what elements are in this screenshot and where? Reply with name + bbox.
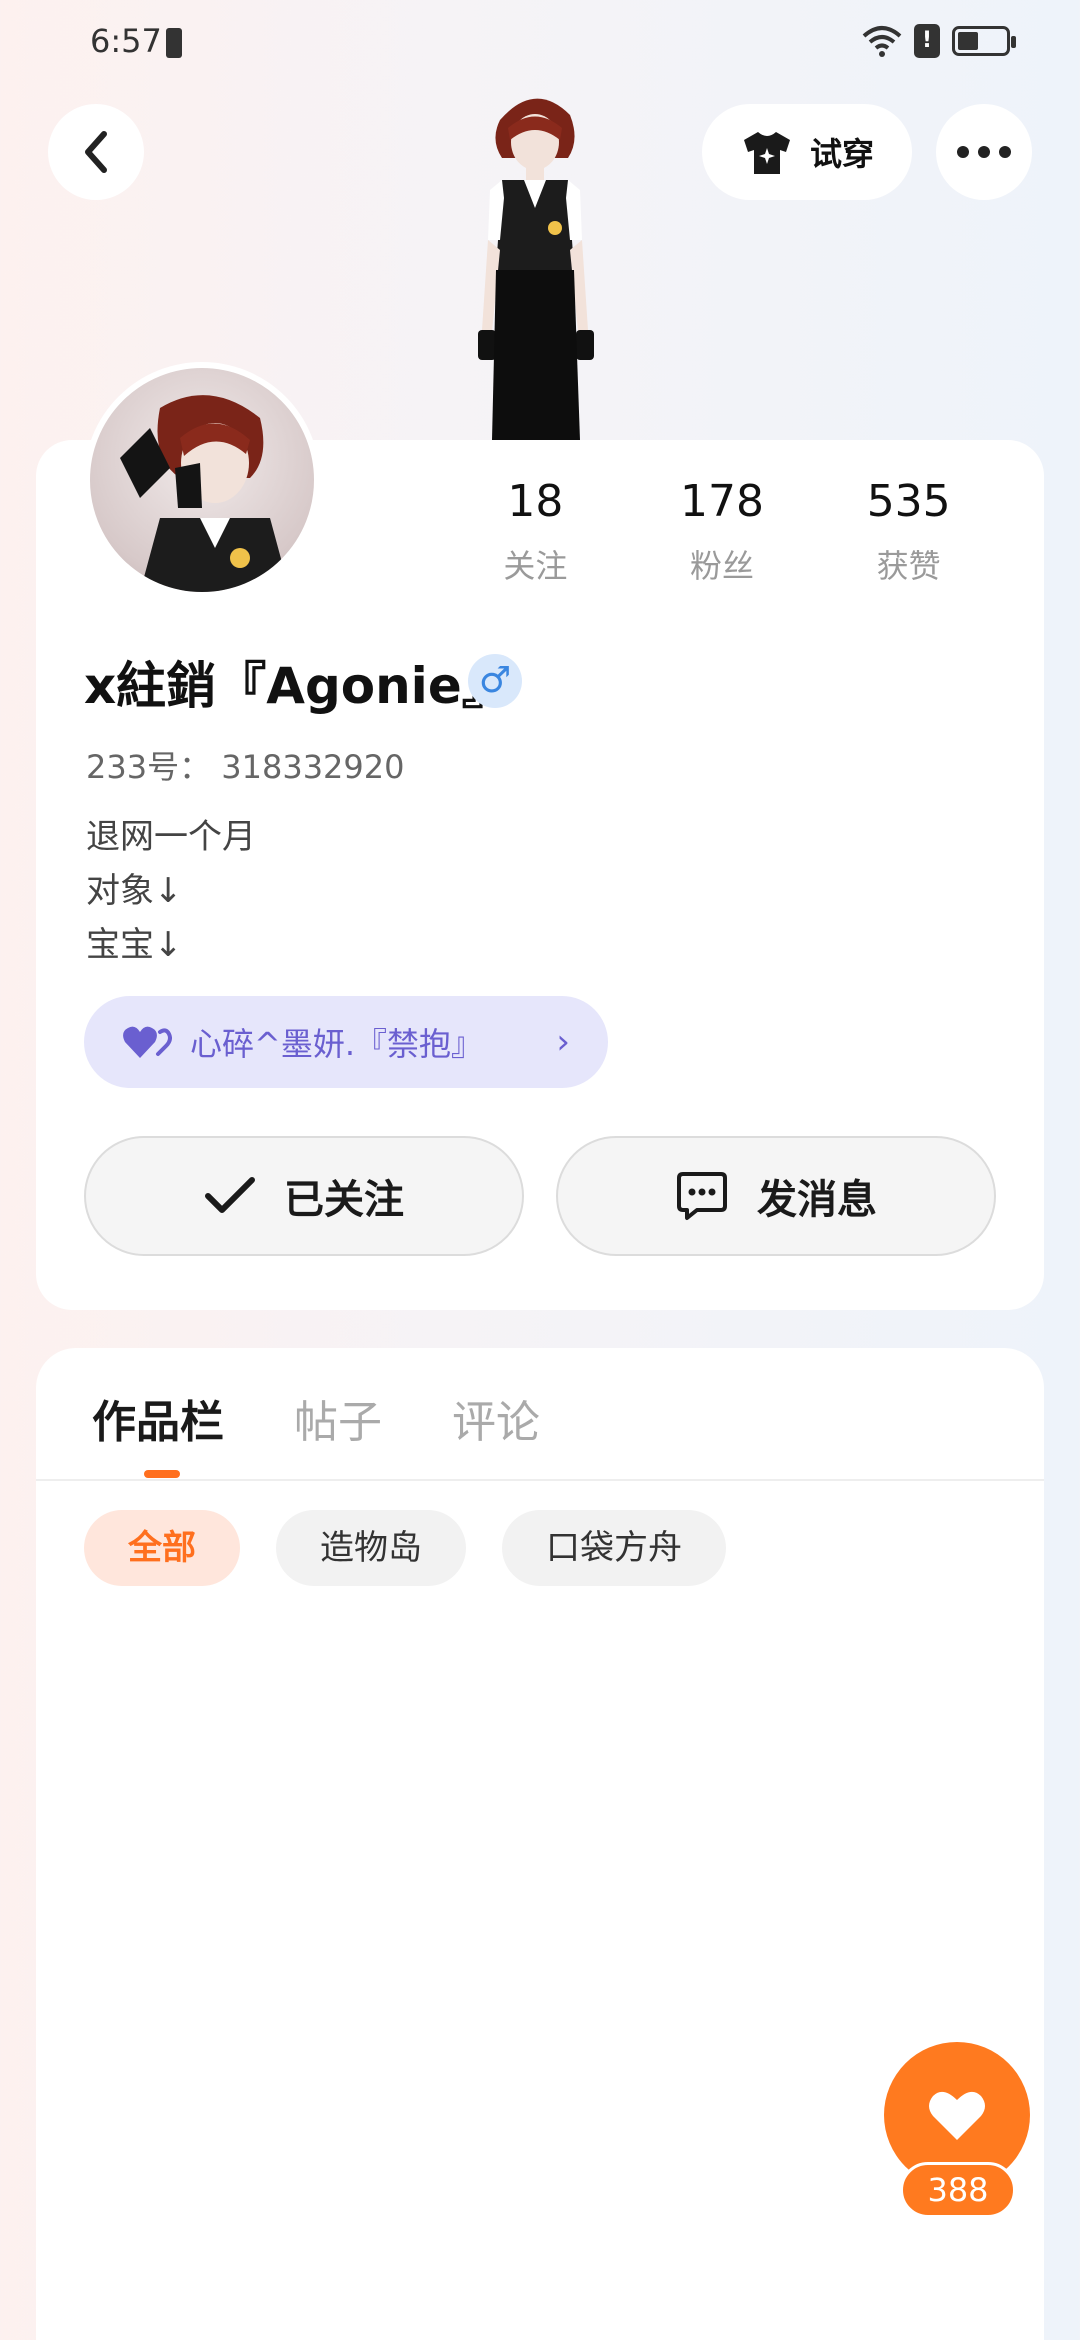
status-bar: 6:57 ! [0, 0, 1080, 90]
bio-line: 对象↓ [86, 871, 183, 911]
message-button[interactable]: 发消息 [556, 1136, 996, 1256]
filter-chips: 全部 造物岛 口袋方舟 [84, 1510, 726, 1586]
tab-comments[interactable]: 评论 [452, 1386, 540, 1450]
battery-icon [952, 26, 1016, 56]
bio: 退网一个月 对象↓ 宝宝↓ [86, 810, 256, 972]
chevron-right-icon: › [556, 1022, 570, 1062]
like-count: 388 [900, 2162, 1016, 2218]
avatar-3d-character[interactable] [440, 80, 630, 440]
active-tab-indicator [144, 1470, 180, 1478]
try-on-button[interactable]: 试穿 [702, 104, 912, 200]
stat-value: 535 [866, 476, 951, 527]
notification-alert-icon: ! [914, 24, 940, 58]
chip-all[interactable]: 全部 [84, 1510, 240, 1586]
stat-followers[interactable]: 178 粉丝 [629, 476, 816, 587]
chip-pocket-ark[interactable]: 口袋方舟 [502, 1510, 726, 1586]
heart-icon [929, 2091, 985, 2140]
avatar[interactable] [84, 362, 320, 598]
content-tabs: 作品栏 帖子 评论 [92, 1386, 540, 1450]
twin-heart-icon [123, 1026, 172, 1058]
user-id: 233号： 318332920 [86, 748, 405, 786]
stat-label: 获赞 [876, 547, 941, 585]
back-button[interactable] [48, 104, 144, 200]
male-gender-icon: ♂ [468, 654, 522, 708]
chip-creation-island[interactable]: 造物岛 [276, 1510, 466, 1586]
stat-value: 18 [507, 476, 564, 527]
wifi-icon [862, 26, 902, 57]
stat-label: 粉丝 [690, 547, 755, 585]
avatar-portrait [120, 395, 290, 592]
bio-line: 宝宝↓ [86, 925, 183, 965]
status-icons: ! [862, 24, 1016, 58]
tshirt-icon [743, 132, 790, 174]
more-dots-icon [957, 146, 1011, 158]
username: x紸銷『Agonie』 [84, 657, 512, 715]
status-time: 6:57 [90, 22, 162, 60]
try-on-label: 试穿 [809, 135, 874, 173]
stat-following[interactable]: 18 关注 [442, 476, 629, 587]
cp-name: 心碎^墨妍.『禁抱』 [190, 1025, 483, 1063]
chevron-left-icon [85, 131, 107, 173]
stat-value: 178 [680, 476, 764, 527]
alert-icon [166, 28, 182, 58]
stat-likes[interactable]: 535 获赞 [815, 476, 1002, 587]
more-button[interactable] [936, 104, 1032, 200]
tab-posts[interactable]: 帖子 [294, 1386, 382, 1450]
follow-label: 已关注 [284, 1177, 404, 1223]
works-card [36, 1348, 1044, 2340]
tab-works[interactable]: 作品栏 [92, 1386, 224, 1450]
profile-stats: 18 关注 178 粉丝 535 获赞 [442, 476, 1002, 587]
bio-line: 退网一个月 [86, 817, 256, 857]
chat-bubble-icon [677, 1172, 727, 1220]
cp-relation-pill[interactable]: 心碎^墨妍.『禁抱』 › [84, 996, 608, 1088]
follow-button[interactable]: 已关注 [84, 1136, 524, 1256]
divider [36, 1479, 1044, 1481]
stat-label: 关注 [503, 547, 568, 585]
message-label: 发消息 [757, 1177, 877, 1223]
check-icon [205, 1177, 255, 1213]
